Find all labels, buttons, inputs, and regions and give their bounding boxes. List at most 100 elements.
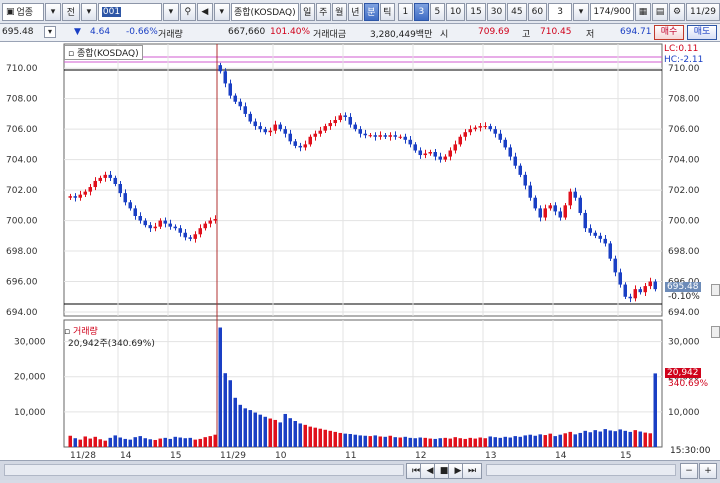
volume-bar bbox=[283, 413, 287, 447]
volume-bar bbox=[528, 434, 532, 447]
volume-bar bbox=[68, 435, 72, 447]
period-tab[interactable]: 년 bbox=[347, 2, 363, 21]
candle-body bbox=[478, 126, 482, 128]
grid-button[interactable]: ▦ bbox=[635, 2, 652, 21]
candle-body bbox=[468, 129, 472, 133]
zoom-track[interactable] bbox=[486, 464, 676, 476]
minute-option[interactable]: 5 bbox=[429, 2, 445, 21]
candle-body bbox=[573, 191, 577, 198]
current-volume-tag: 20,942 bbox=[665, 368, 701, 378]
candlestick-chart[interactable]: 710.00 710.00 708.00 708.00 706.00 706.00 704.… bbox=[0, 42, 720, 480]
volume-bar bbox=[428, 438, 432, 447]
open-label: 시 bbox=[440, 30, 449, 40]
candle-body bbox=[388, 135, 392, 137]
date-field[interactable]: 11/29 bbox=[686, 2, 720, 21]
candle-body bbox=[283, 129, 287, 134]
minute-option[interactable]: 60 bbox=[527, 2, 548, 21]
candle-body bbox=[263, 129, 267, 133]
save-icon: ▤ bbox=[655, 6, 665, 17]
sell-button[interactable]: 매도 bbox=[687, 25, 717, 40]
volume-bar bbox=[568, 431, 572, 447]
current-price-tag: 695.48 bbox=[665, 282, 701, 292]
chevron-down-icon: ▾ bbox=[578, 6, 584, 17]
candle-body bbox=[213, 219, 217, 221]
buy-button[interactable]: 매수 bbox=[654, 25, 684, 40]
candle-body bbox=[83, 191, 87, 195]
candle-body bbox=[593, 232, 597, 236]
volume-bar bbox=[248, 410, 252, 447]
volume-bar bbox=[608, 430, 612, 447]
interval-select[interactable]: 3 bbox=[548, 2, 573, 21]
code-dropdown-button[interactable]: ▾ bbox=[162, 2, 179, 21]
volume-bar bbox=[583, 430, 587, 447]
period-tab[interactable]: 일 bbox=[299, 2, 315, 21]
minute-option[interactable]: 15 bbox=[466, 2, 486, 21]
candle-body bbox=[533, 197, 537, 209]
volume-bar bbox=[573, 434, 577, 447]
price-y-tick-label: 702.00 bbox=[6, 186, 38, 196]
side-handle[interactable] bbox=[711, 284, 720, 296]
save-button[interactable]: ▤ bbox=[652, 2, 669, 21]
volume-bar bbox=[498, 437, 502, 447]
candle-body bbox=[188, 237, 192, 239]
candle-body bbox=[638, 289, 642, 293]
volume-bar bbox=[488, 436, 492, 447]
type-button[interactable]: 전 bbox=[61, 2, 80, 21]
period-tabs: 일주월년분틱 bbox=[299, 2, 395, 21]
candle-body bbox=[93, 180, 97, 188]
candle-body bbox=[353, 124, 357, 130]
scroll-track[interactable] bbox=[4, 464, 404, 476]
volume-value-label: 20,942주(340.69%) bbox=[68, 339, 155, 349]
settings-button[interactable]: ⚙ bbox=[669, 2, 685, 21]
price-y-tick-label: 704.00 bbox=[6, 156, 38, 166]
volume-bar bbox=[243, 408, 247, 447]
minute-option[interactable]: 1 bbox=[397, 2, 413, 21]
candle-body bbox=[513, 156, 517, 166]
minute-option[interactable]: 10 bbox=[445, 2, 466, 21]
volume-y-tick-label: 30,000 bbox=[14, 338, 46, 348]
minute-option[interactable]: 3 bbox=[413, 2, 429, 21]
zoom-out-button[interactable]: − bbox=[680, 463, 698, 479]
volume-bar bbox=[328, 430, 332, 447]
price-dropdown-icon[interactable]: ▾ bbox=[44, 26, 56, 38]
volume-bar bbox=[593, 430, 597, 447]
menu-dropdown-button[interactable]: ▾ bbox=[213, 2, 230, 21]
candle-body bbox=[218, 65, 222, 72]
market-select[interactable]: ▣ 업종 bbox=[2, 2, 44, 21]
volume-bar bbox=[623, 430, 627, 447]
search-icon: ⚲ bbox=[184, 6, 192, 17]
volume-bar bbox=[108, 437, 112, 447]
count-field[interactable]: 174/900 bbox=[590, 2, 635, 21]
search-button[interactable]: ⚲ bbox=[179, 2, 196, 21]
sound-button[interactable]: ◀ bbox=[196, 2, 213, 21]
volume-bar bbox=[503, 436, 507, 447]
candle-body bbox=[543, 208, 547, 218]
candle-body bbox=[333, 120, 337, 124]
minute-option[interactable]: 30 bbox=[486, 2, 507, 21]
scroll-last-button[interactable]: ⏭ bbox=[462, 463, 482, 479]
play-right-icon: ▶ bbox=[454, 466, 462, 476]
volume-bar bbox=[323, 429, 327, 447]
code-input[interactable]: 001 bbox=[97, 2, 162, 21]
period-tab[interactable]: 주 bbox=[315, 2, 331, 21]
candle-body bbox=[603, 238, 607, 244]
candle-body bbox=[178, 228, 182, 233]
volume-bar bbox=[398, 437, 402, 447]
period-tab[interactable]: 분 bbox=[363, 2, 379, 21]
minute-option[interactable]: 45 bbox=[507, 2, 527, 21]
time-label: 15:30:00 bbox=[670, 446, 711, 456]
zoom-in-button[interactable]: + bbox=[699, 463, 717, 479]
price-panel-title[interactable]: ▫ 종합(KOSDAQ) bbox=[64, 45, 143, 60]
candle-body bbox=[228, 83, 232, 96]
dropdown-icon: ▣ bbox=[6, 6, 15, 17]
period-tab[interactable]: 틱 bbox=[379, 2, 395, 21]
market-dropdown-button[interactable]: ▾ bbox=[44, 2, 61, 21]
type-dropdown-button[interactable]: ▾ bbox=[80, 2, 97, 21]
volume-bar bbox=[318, 428, 322, 447]
interval-dropdown-button[interactable]: ▾ bbox=[573, 2, 590, 21]
period-tab[interactable]: 월 bbox=[331, 2, 347, 21]
price-y-tick-label-right: 698.00 bbox=[668, 247, 700, 257]
side-handle[interactable] bbox=[711, 326, 720, 338]
candle-body bbox=[453, 144, 457, 151]
low-label: 저 bbox=[586, 30, 595, 40]
